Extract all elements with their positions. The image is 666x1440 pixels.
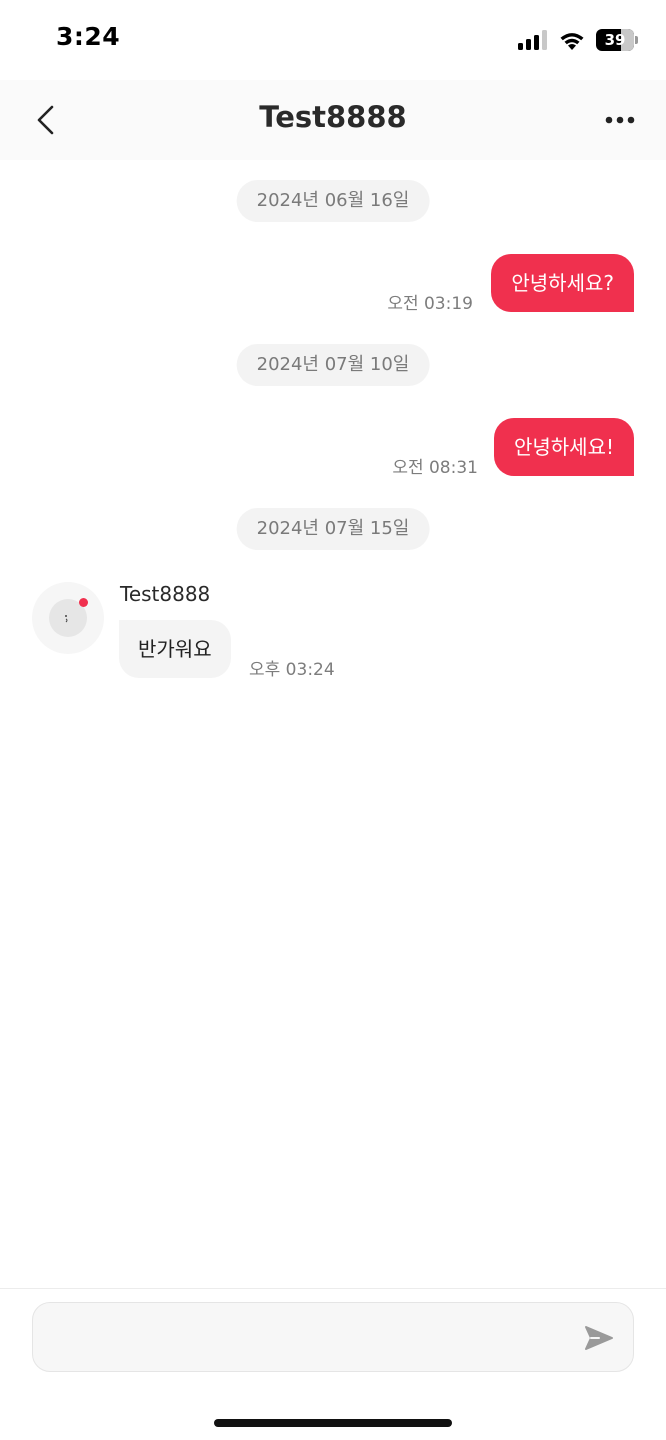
chat-header: Test8888 (0, 80, 666, 160)
status-bar: 3:24 39 (0, 0, 666, 80)
outgoing-message[interactable]: 안녕하세요? (491, 254, 634, 312)
date-separator: 2024년 07월 15일 (236, 508, 430, 550)
more-options-button[interactable] (600, 100, 640, 140)
message-time: 오후 03:24 (249, 660, 335, 680)
battery-body: 39 (596, 29, 634, 51)
wifi-icon (560, 33, 584, 50)
message-list[interactable]: 2024년 06월 16일 오전 03:19 안녕하세요? 2024년 07월 … (0, 160, 666, 1288)
date-separator: 2024년 06월 16일 (236, 180, 430, 222)
message-composer (0, 1288, 666, 1440)
online-status-dot (79, 598, 88, 607)
page-title: Test8888 (259, 100, 407, 134)
message-time: 오전 08:31 (392, 458, 478, 478)
battery-icon: 39 (596, 29, 638, 51)
sender-name: Test8888 (120, 582, 211, 606)
battery-cap (635, 36, 638, 44)
battery-level: 39 (604, 31, 626, 49)
incoming-message[interactable]: 반가워요 (119, 620, 231, 678)
avatar-image (49, 598, 88, 637)
signal-icon (518, 30, 547, 50)
more-horizontal-icon (605, 116, 635, 124)
chat-screen: 3:24 39 Test8888 2024년 06월 16일 오전 03:19 … (0, 0, 666, 1440)
avatar[interactable] (32, 582, 104, 654)
send-button[interactable] (582, 1321, 616, 1355)
date-separator: 2024년 07월 10일 (236, 344, 430, 386)
profile-face-icon (65, 615, 68, 623)
status-time: 3:24 (56, 22, 121, 51)
message-time: 오전 03:19 (387, 294, 473, 314)
send-icon (585, 1326, 613, 1350)
status-icons: 39 (518, 28, 638, 52)
outgoing-message[interactable]: 안녕하세요! (493, 418, 634, 476)
message-input[interactable] (32, 1302, 634, 1372)
home-indicator (214, 1419, 452, 1427)
